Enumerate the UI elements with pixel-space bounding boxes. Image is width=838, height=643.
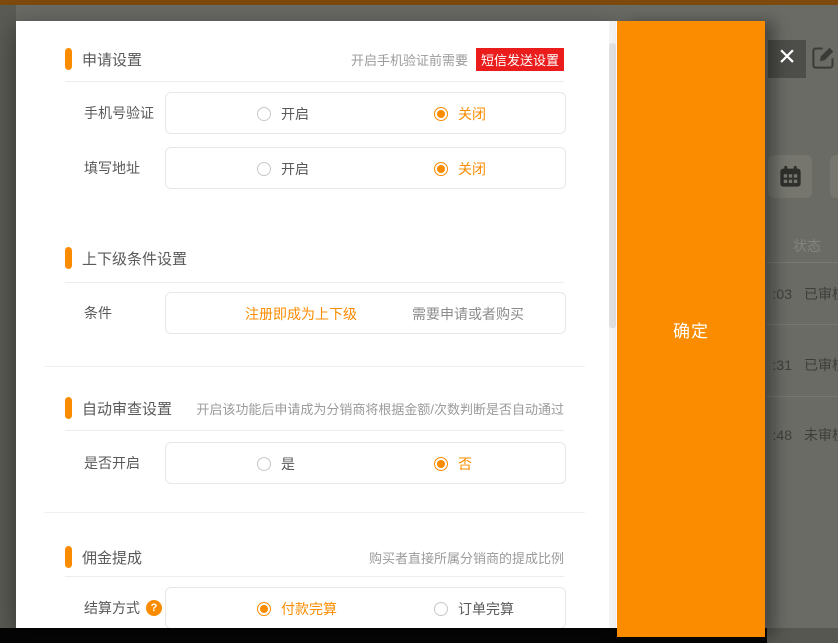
section-header-hierarchy: 上下级条件设置	[65, 247, 564, 269]
close-icon: ×	[778, 42, 796, 72]
divider	[65, 282, 564, 283]
page-sidebar	[0, 5, 16, 628]
settings-modal: 申请设置 开启手机验证前需要 短信发送设置 手机号验证 开启 关闭 填写地址 开…	[16, 21, 617, 628]
row-label-fill-address: 填写地址	[84, 147, 140, 189]
row-label-settlement: 结算方式 ?	[84, 587, 162, 628]
radio-selected-icon[interactable]	[434, 107, 448, 121]
radio-unselected-icon[interactable]	[257, 107, 271, 121]
fill-address-options: 开启 关闭	[165, 147, 566, 189]
row-label-phone-verify: 手机号验证	[84, 92, 154, 134]
group-separator	[44, 366, 585, 367]
section-marker	[65, 546, 72, 568]
option-close[interactable]: 关闭	[434, 148, 486, 190]
partial-button	[830, 155, 838, 198]
table-row: :48 未审核	[766, 425, 838, 445]
radio-selected-icon[interactable]	[434, 457, 448, 471]
option-settle-on-order[interactable]: 订单完算	[434, 588, 514, 628]
section-header-apply: 申请设置 开启手机验证前需要 短信发送设置	[65, 48, 564, 70]
option-no[interactable]: 否	[434, 443, 472, 485]
divider	[65, 81, 564, 82]
section-header-commission: 佣金提成 购买者直接所属分销商的提成比例	[65, 546, 564, 568]
option-apply-or-buy[interactable]: 需要申请或者购买	[412, 293, 524, 335]
section-note: 开启手机验证前需要 短信发送设置	[351, 48, 564, 71]
section-title: 佣金提成	[82, 547, 142, 568]
table-divider	[766, 396, 838, 397]
radio-unselected-icon[interactable]	[434, 602, 448, 616]
close-button[interactable]: ×	[768, 40, 806, 78]
section-marker	[65, 397, 72, 419]
section-title: 申请设置	[82, 49, 142, 70]
status-badge: 已审核	[804, 286, 838, 302]
divider	[65, 430, 564, 431]
condition-options: 注册即成为上下级 需要申请或者购买	[165, 292, 566, 334]
enable-options: 是 否	[165, 442, 566, 484]
option-yes[interactable]: 是	[257, 443, 295, 485]
row-time: :31	[766, 357, 792, 373]
settlement-options: 付款完算 订单完算	[165, 587, 566, 628]
group-separator	[44, 512, 585, 513]
confirm-button[interactable]: 确定	[617, 21, 765, 637]
section-note: 开启该功能后申请成为分销商将根据金额/次数判断是否自动通过	[196, 399, 564, 418]
modal-scrollbar-thumb[interactable]	[609, 43, 616, 328]
radio-unselected-icon[interactable]	[257, 162, 271, 176]
row-time: :03	[766, 286, 792, 302]
option-settle-on-payment[interactable]: 付款完算	[257, 588, 337, 628]
help-icon[interactable]: ?	[146, 600, 162, 616]
option-close[interactable]: 关闭	[434, 93, 486, 135]
page-top-bar	[0, 0, 838, 5]
option-open[interactable]: 开启	[257, 148, 309, 190]
row-label-condition: 条件	[84, 292, 112, 334]
table-row: :03 已审核	[766, 284, 838, 304]
divider	[65, 576, 564, 577]
sms-settings-link[interactable]: 短信发送设置	[476, 48, 564, 71]
phone-verify-options: 开启 关闭	[165, 92, 566, 134]
table-divider	[766, 262, 838, 263]
section-note: 购买者直接所属分销商的提成比例	[369, 548, 564, 567]
row-time: :48	[766, 427, 792, 443]
option-open[interactable]: 开启	[257, 93, 309, 135]
table-header-status: 状态	[793, 236, 838, 256]
section-marker	[65, 247, 72, 269]
section-header-auto-review: 自动审查设置 开启该功能后申请成为分销商将根据金额/次数判断是否自动通过	[65, 397, 564, 419]
calendar-button	[768, 155, 812, 198]
radio-selected-icon[interactable]	[434, 162, 448, 176]
section-title: 自动审查设置	[82, 398, 172, 419]
page-footer-bar-right	[767, 628, 838, 643]
edit-icon	[810, 44, 837, 71]
radio-unselected-icon[interactable]	[257, 457, 271, 471]
section-title: 上下级条件设置	[82, 248, 187, 269]
table-divider	[766, 324, 838, 325]
modal-scrollbar-track[interactable]	[609, 21, 616, 628]
status-badge: 已审核	[804, 357, 838, 373]
row-label-enable: 是否开启	[84, 442, 140, 484]
option-register-becomes[interactable]: 注册即成为上下级	[245, 293, 357, 335]
section-marker	[65, 48, 72, 70]
calendar-icon	[777, 163, 804, 190]
status-badge: 未审核	[804, 427, 838, 443]
radio-selected-icon[interactable]	[257, 602, 271, 616]
table-row: :31 已审核	[766, 355, 838, 375]
